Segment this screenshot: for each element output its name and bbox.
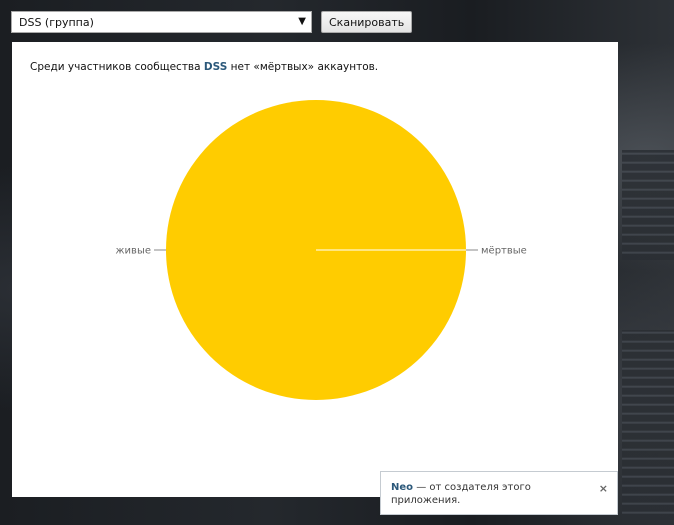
group-select[interactable]: DSS (группа) ▼ [11, 11, 312, 33]
dropdown-arrow-icon: ▼ [298, 16, 306, 27]
group-select-value: DSS (группа) [19, 15, 94, 29]
background-decor [622, 150, 674, 260]
background-decor [622, 330, 674, 520]
pie-chart: живые мёртвые [116, 100, 527, 400]
pie-label: мёртвые [481, 246, 527, 257]
pie-label: живые [116, 246, 151, 257]
scan-button[interactable]: Сканировать [321, 11, 413, 33]
app-link[interactable]: Neo [391, 482, 413, 493]
close-icon[interactable]: × [599, 482, 608, 495]
results-panel: Среди участников сообщества DSS нет «мёр… [12, 42, 618, 497]
notification-card: Neo — от создателя этого приложения. × [380, 471, 618, 515]
